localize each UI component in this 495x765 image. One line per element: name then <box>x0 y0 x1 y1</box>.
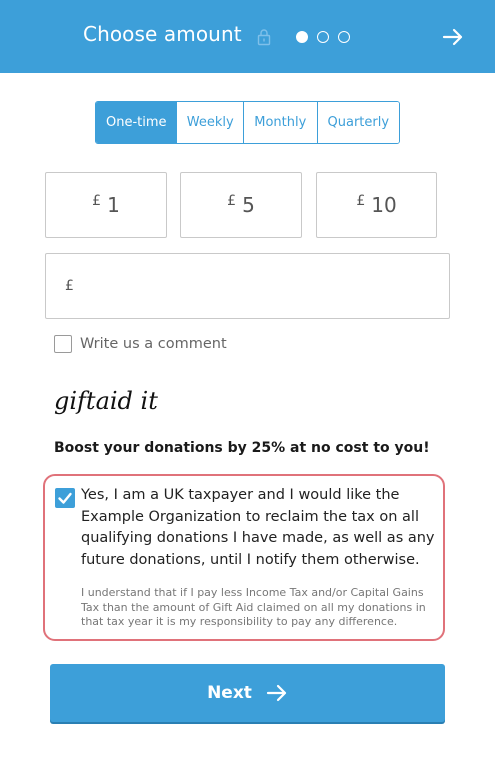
amount-option-1[interactable]: £ 1 <box>45 172 167 238</box>
amount-value: 1 <box>107 193 120 217</box>
comment-checkbox[interactable] <box>54 335 72 353</box>
currency-symbol: £ <box>356 193 366 209</box>
currency-symbol: £ <box>227 193 237 209</box>
giftaid-disclaimer-text: I understand that if I pay less Income T… <box>81 586 426 628</box>
step-dot-2 <box>317 31 329 43</box>
arrow-right-icon[interactable] <box>442 26 464 48</box>
tab-weekly[interactable]: Weekly <box>176 102 244 143</box>
currency-symbol: £ <box>65 278 74 294</box>
giftaid-boost-text: Boost your donations by 25% at no cost t… <box>54 440 430 456</box>
comment-option: Write us a comment <box>54 335 227 353</box>
amount-value: 10 <box>371 193 397 217</box>
frequency-selector: One-time Weekly Monthly Quarterly <box>95 101 400 144</box>
step-dot-3 <box>338 31 350 43</box>
amount-value: 5 <box>242 193 255 217</box>
amount-option-5[interactable]: £ 5 <box>180 172 302 238</box>
next-button-label: Next <box>207 683 252 703</box>
custom-amount-input[interactable]: £ <box>45 253 450 319</box>
checkmark-icon <box>58 492 72 504</box>
giftaid-declaration-text: Yes, I am a UK taxpayer and I would like… <box>81 487 435 568</box>
header-bar: Choose amount <box>0 0 495 73</box>
currency-symbol: £ <box>92 193 102 209</box>
tab-one-time[interactable]: One-time <box>96 102 177 143</box>
step-dot-1 <box>296 31 308 43</box>
lock-icon <box>257 29 271 46</box>
giftaid-logo-text: giftaid it <box>54 387 158 415</box>
amount-option-10[interactable]: £ 10 <box>316 172 437 238</box>
tab-monthly[interactable]: Monthly <box>243 102 317 143</box>
page-title: Choose amount <box>83 22 242 46</box>
comment-label: Write us a comment <box>80 336 227 352</box>
giftaid-checkbox[interactable] <box>55 488 75 508</box>
step-indicator <box>296 31 350 43</box>
giftaid-declaration-box: Yes, I am a UK taxpayer and I would like… <box>43 474 445 641</box>
giftaid-logo: giftaid it <box>54 387 158 415</box>
arrow-right-icon <box>266 684 287 702</box>
next-button[interactable]: Next <box>50 664 445 722</box>
tab-quarterly[interactable]: Quarterly <box>316 102 399 143</box>
